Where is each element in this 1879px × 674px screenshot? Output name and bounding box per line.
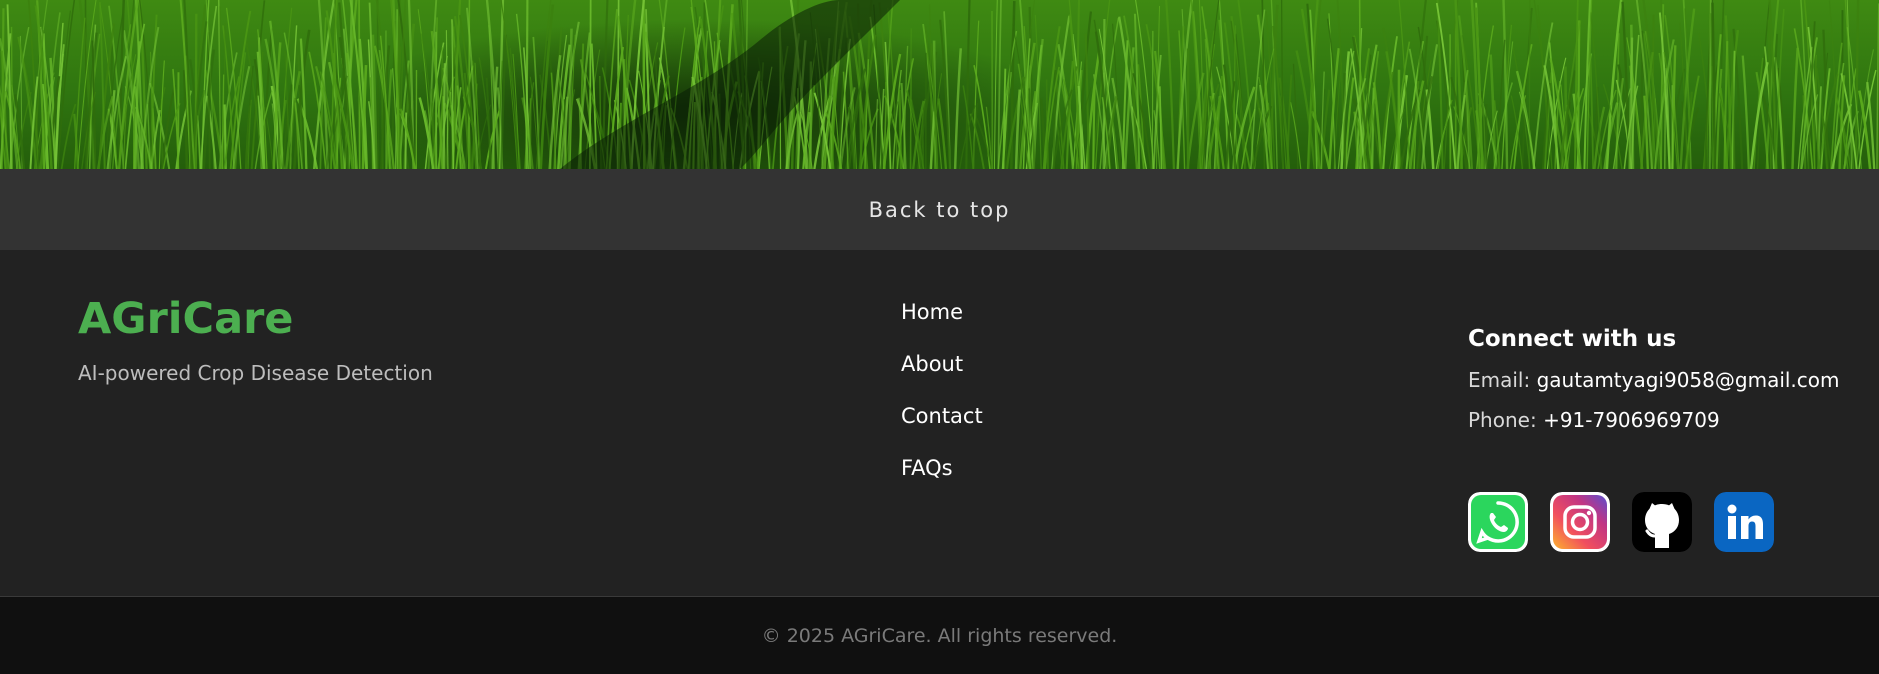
grass-blade [874, 99, 878, 169]
grass-blade [1528, 0, 1531, 169]
footer-link-faqs[interactable]: FAQs [901, 456, 983, 508]
grass-blade [442, 63, 446, 169]
email-line: Email: gautamtyagi9058@gmail.com [1468, 368, 1840, 392]
grass-blade [1159, 86, 1163, 169]
instagram-icon[interactable] [1550, 492, 1610, 552]
grass-blade [194, 13, 198, 169]
grass-blade [588, 0, 592, 169]
grass-blade [993, 0, 998, 169]
grass-blade [1791, 47, 1799, 169]
connect-heading: Connect with us [1468, 326, 1677, 352]
grass-blade [937, 98, 948, 169]
grass-blade [1092, 87, 1096, 169]
email-label: Email: [1468, 368, 1531, 392]
footer: AGriCare AI-powered Crop Disease Detecti… [0, 250, 1879, 597]
grass-blade [376, 0, 380, 169]
copyright-bar: © 2025 AGriCare. All rights reserved. [0, 598, 1879, 674]
grass-blade [965, 0, 971, 169]
grass-blade [529, 98, 532, 169]
grass-blade [953, 48, 962, 169]
grass-texture [0, 0, 1879, 169]
grass-blade [196, 115, 202, 169]
grass-blade [1589, 53, 1594, 169]
footer-link-home[interactable]: Home [901, 300, 983, 352]
linkedin-icon[interactable] [1714, 492, 1774, 552]
phone-value[interactable]: +91-7906969709 [1543, 408, 1720, 432]
phone-label: Phone: [1468, 408, 1537, 432]
connect-section: Connect with us Email: gautamtyagi9058@g… [1468, 326, 1840, 432]
footer-nav: Home About Contact FAQs [901, 300, 983, 508]
back-to-top-button[interactable]: Back to top [0, 169, 1879, 250]
back-to-top-label: Back to top [868, 197, 1011, 222]
grass-blade [1292, 63, 1299, 169]
email-value[interactable]: gautamtyagi9058@gmail.com [1537, 368, 1840, 392]
grass-blade [884, 81, 887, 169]
grass-blade [10, 26, 14, 169]
brand-logo-text[interactable]: AGriCare [78, 298, 433, 341]
hero-grass-image [0, 0, 1879, 169]
social-links [1468, 492, 1774, 552]
brand-tagline: AI-powered Crop Disease Detection [78, 361, 433, 385]
grass-blade [898, 89, 902, 169]
footer-link-about[interactable]: About [901, 352, 983, 404]
grass-blade [1165, 0, 1175, 169]
grass-blade [1145, 24, 1167, 169]
whatsapp-icon[interactable] [1468, 492, 1528, 552]
copyright-text: © 2025 AGriCare. All rights reserved. [761, 625, 1118, 647]
footer-brand: AGriCare AI-powered Crop Disease Detecti… [78, 298, 433, 386]
footer-link-contact[interactable]: Contact [901, 404, 983, 456]
phone-line: Phone: +91-7906969709 [1468, 408, 1840, 432]
grass-blade [1151, 30, 1154, 169]
grass-blade [431, 88, 436, 169]
grass-blade [1741, 55, 1750, 169]
grass-blade [1854, 0, 1860, 169]
grass-blade [60, 103, 77, 169]
github-icon[interactable] [1632, 492, 1692, 552]
